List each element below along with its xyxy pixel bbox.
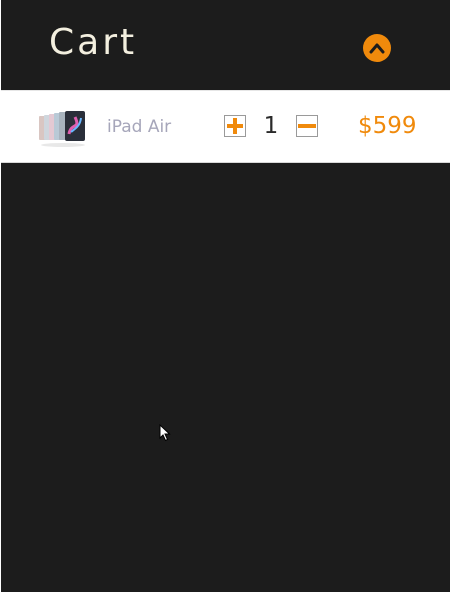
cart-item-row: iPad Air 1 $599 bbox=[1, 90, 450, 163]
quantity-value: 1 bbox=[263, 113, 279, 139]
cart-panel: Cart iPad Air 1 $599 bbox=[0, 0, 450, 592]
cart-title: Cart bbox=[49, 22, 138, 63]
chevron-up-icon bbox=[369, 43, 385, 54]
increase-quantity-button[interactable] bbox=[224, 115, 246, 137]
mouse-cursor-icon bbox=[159, 424, 171, 442]
cart-header: Cart bbox=[1, 0, 450, 90]
collapse-cart-button[interactable] bbox=[363, 34, 391, 62]
minus-icon bbox=[298, 124, 316, 128]
product-name: iPad Air bbox=[107, 117, 172, 137]
item-price: $599 bbox=[358, 113, 417, 139]
decrease-quantity-button[interactable] bbox=[296, 115, 318, 137]
plus-icon bbox=[227, 118, 243, 134]
ipad-thumbnail-icon bbox=[39, 111, 85, 147]
